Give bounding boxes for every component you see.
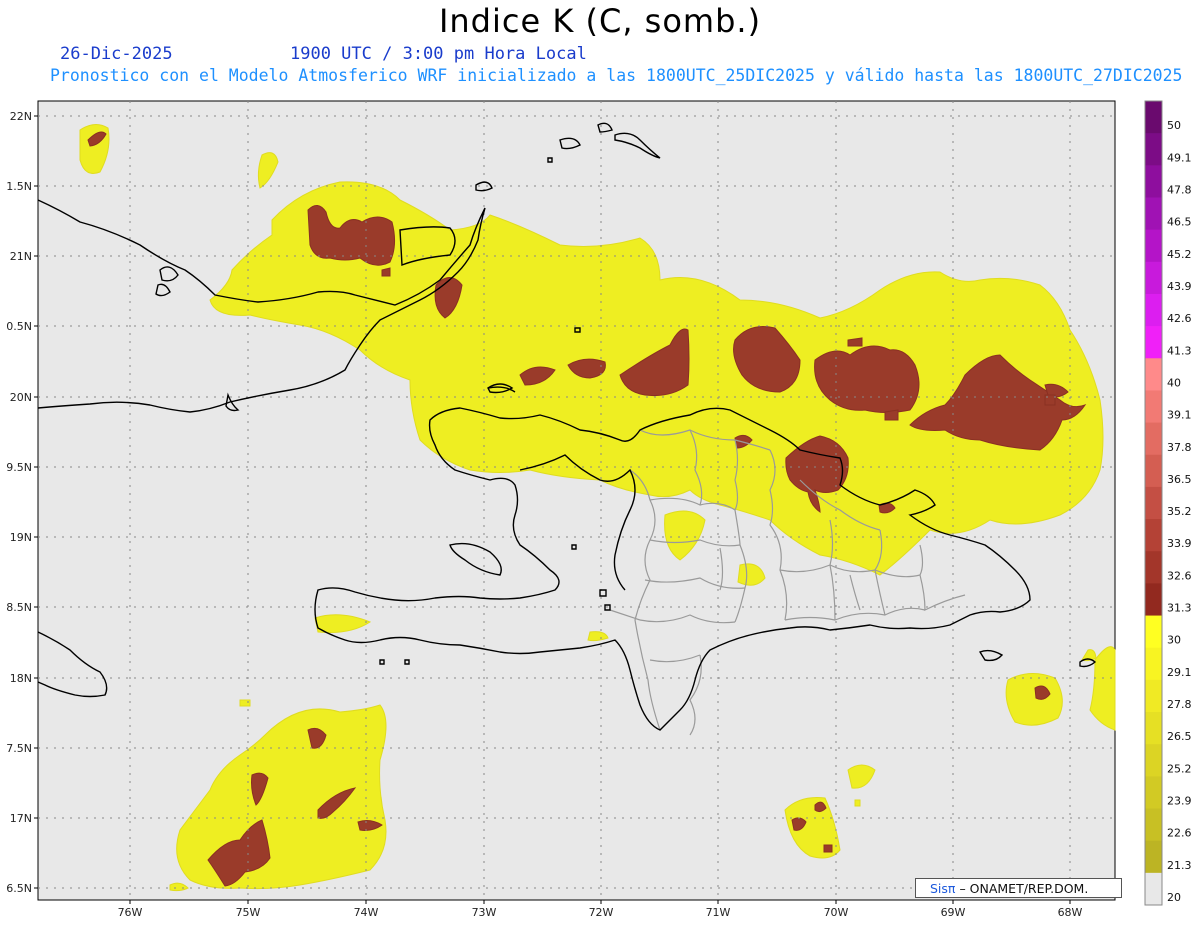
k-index-map: 22N 1.5N 21N 0.5N 20N 9.5N 19N 8.5N 18N 7.5N 17N 6.… (6, 100, 1192, 919)
colorbar-label: 26.5 (1167, 730, 1192, 743)
colorbar-label: 45.2 (1167, 248, 1192, 261)
longitude-labels: 76W 75W 74W 73W 72W 71W 70W 69W 68W (118, 900, 1083, 919)
colorbar-swatch (1145, 229, 1162, 263)
lat-label: 21N (10, 250, 32, 263)
colorbar-label: 20 (1167, 891, 1181, 904)
lon-label: 69W (941, 906, 966, 919)
colorbar-swatch (1145, 486, 1162, 520)
colorbar-label: 35.2 (1167, 505, 1192, 518)
colorbar: 50 49.1 47.8 46.5 45.2 43.9 42.6 41.3 40 39.1 37.8… (1144, 100, 1192, 906)
colorbar-label: 41.3 (1167, 344, 1192, 357)
colorbar-swatch (1145, 422, 1162, 456)
colorbar-swatch (1145, 133, 1162, 166)
colorbar-swatch (1145, 712, 1162, 745)
colorbar-label: 31.3 (1167, 602, 1192, 615)
lat-label: 7.5N (6, 742, 32, 755)
lat-label: 1.5N (6, 180, 32, 193)
colorbar-swatch (1145, 808, 1162, 842)
colorbar-swatch (1145, 165, 1162, 198)
lat-label: 17N (10, 812, 32, 825)
colorbar-label: 39.1 (1167, 409, 1192, 422)
colorbar-label: 23.9 (1167, 795, 1192, 808)
colorbar-swatch (1145, 647, 1162, 681)
colorbar-label: 32.6 (1167, 569, 1192, 582)
colorbar-label: 22.6 (1167, 827, 1192, 840)
lon-label: 68W (1058, 906, 1083, 919)
colorbar-label: 36.5 (1167, 473, 1192, 486)
colorbar-swatch (1145, 583, 1162, 617)
colorbar-swatch (1145, 551, 1162, 584)
credit-text: – ONAMET/REP.DOM. (959, 881, 1089, 896)
lat-label: 0.5N (6, 320, 32, 333)
colorbar-label: 29.1 (1167, 666, 1192, 679)
colorbar-label: 49.1 (1167, 151, 1192, 164)
lat-label: 20N (10, 391, 32, 404)
latitude-labels: 22N 1.5N 21N 0.5N 20N 9.5N 19N 8.5N 18N 7.5N 17N 6.… (6, 110, 38, 895)
colorbar-swatch (1145, 776, 1162, 810)
colorbar-label: 27.8 (1167, 698, 1192, 711)
colorbar-swatch (1145, 261, 1162, 295)
sis-brand: Sisπ (930, 881, 956, 896)
lat-label: 19N (10, 531, 32, 544)
colorbar-swatch (1145, 840, 1162, 874)
colorbar-swatch (1145, 101, 1162, 134)
lat-label: 22N (10, 110, 32, 123)
colorbar-label: 50 (1167, 119, 1181, 132)
lon-label: 71W (706, 906, 731, 919)
lat-label: 6.5N (6, 882, 32, 895)
colorbar-label: 40 (1167, 376, 1181, 389)
lon-label: 75W (236, 906, 261, 919)
lon-label: 72W (589, 906, 614, 919)
colorbar-label: 30 (1167, 634, 1181, 647)
colorbar-swatch (1145, 293, 1162, 327)
colorbar-swatch (1145, 872, 1162, 906)
colorbar-label: 42.6 (1167, 312, 1192, 325)
lon-label: 70W (824, 906, 849, 919)
colorbar-swatch (1145, 454, 1162, 488)
lon-label: 74W (354, 906, 379, 919)
colorbar-label: 46.5 (1167, 216, 1192, 229)
colorbar-label: 43.9 (1167, 280, 1192, 293)
lat-label: 9.5N (6, 461, 32, 474)
colorbar-label: 25.2 (1167, 762, 1192, 775)
colorbar-swatch (1145, 615, 1162, 649)
colorbar-label: 33.9 (1167, 537, 1192, 550)
colorbar-label: 37.8 (1167, 441, 1192, 454)
colorbar-swatch (1145, 390, 1162, 424)
lon-label: 73W (472, 906, 497, 919)
lat-label: 8.5N (6, 601, 32, 614)
colorbar-label: 47.8 (1167, 183, 1192, 196)
colorbar-swatch (1145, 197, 1162, 231)
colorbar-swatch (1145, 519, 1162, 552)
credit-box: Sisπ – ONAMET/REP.DOM. (915, 878, 1122, 898)
colorbar-label: 21.3 (1167, 859, 1192, 872)
lat-label: 18N (10, 672, 32, 685)
colorbar-swatch (1145, 744, 1162, 777)
colorbar-swatch (1145, 358, 1162, 391)
colorbar-swatch (1145, 326, 1162, 359)
colorbar-swatch (1145, 679, 1162, 713)
lon-label: 76W (118, 906, 143, 919)
